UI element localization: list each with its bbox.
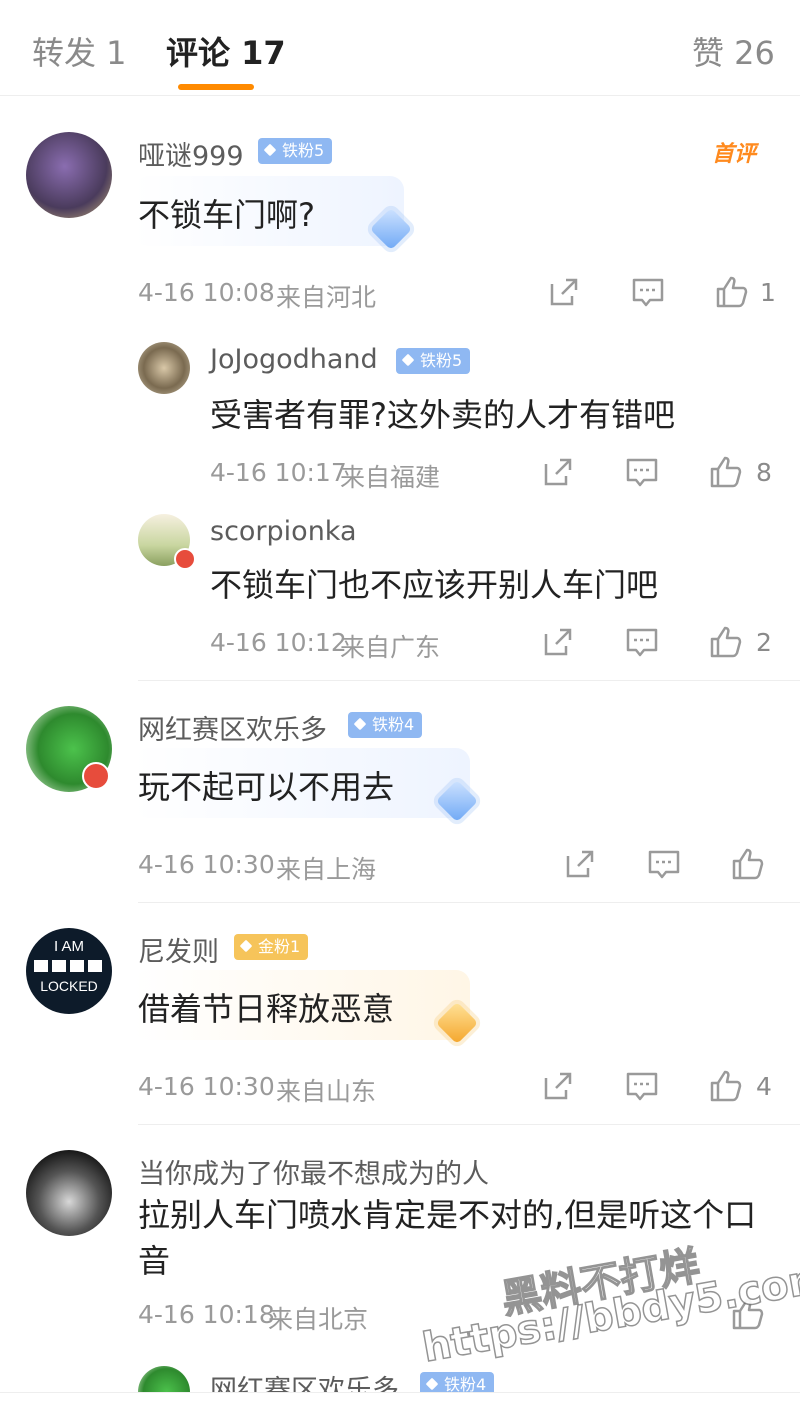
avatar[interactable] — [138, 342, 190, 394]
tab-bar: 转发 1 评论 17 赞 26 — [0, 0, 800, 96]
fan-badge: 金粉1 — [234, 934, 309, 960]
comment-text[interactable]: 受害者有罪?这外卖的人才有错吧 — [210, 390, 675, 436]
comment-time: 4-16 10:30 — [138, 850, 275, 879]
bottom-edge — [0, 1392, 800, 1419]
share-icon[interactable] — [540, 624, 576, 660]
comment-location: 来自河北 — [276, 283, 377, 312]
tab-comments[interactable]: 评论 17 — [166, 28, 286, 74]
share-icon[interactable] — [540, 454, 576, 490]
comment-icon[interactable] — [630, 274, 666, 310]
username[interactable]: 尼发则 — [138, 930, 219, 969]
username[interactable]: 哑谜999 — [138, 134, 244, 173]
comment-time: 4-16 10:30 — [138, 1072, 275, 1101]
verified-badge-icon — [82, 762, 110, 790]
avatar[interactable] — [26, 132, 112, 218]
fan-badge: 铁粉4 — [348, 712, 423, 738]
comment-time: 4-16 10:18 — [138, 1300, 275, 1329]
comment-location: 来自上海 — [276, 855, 377, 884]
comment-icon[interactable] — [624, 624, 660, 660]
divider — [138, 902, 800, 903]
username[interactable]: 当你成为了你最不想成为的人 — [138, 1152, 489, 1191]
share-icon[interactable] — [562, 846, 598, 882]
like-count: 1 — [760, 278, 776, 307]
comment-time: 4-16 10:08 — [138, 278, 275, 307]
comment-location: 来自广东 — [340, 633, 441, 662]
comment-location: 来自北京 — [268, 1305, 369, 1334]
tab-likes[interactable]: 赞 26 — [692, 28, 775, 74]
comment-text[interactable]: 借着节日释放恶意 — [138, 984, 394, 1030]
like-count: 4 — [756, 1072, 772, 1101]
comment-location: 来自福建 — [340, 463, 441, 492]
avatar-stripes — [34, 960, 104, 972]
active-tab-indicator — [178, 84, 254, 90]
like-icon[interactable] — [714, 274, 750, 310]
divider — [138, 680, 800, 681]
avatar-text: LOCKED — [40, 978, 98, 994]
comment-text[interactable]: 不锁车门啊? — [138, 190, 315, 236]
like-count: 8 — [756, 458, 772, 487]
username[interactable]: JoJogodhand — [210, 344, 378, 375]
fan-badge: 铁粉5 — [258, 138, 333, 164]
comment-icon[interactable] — [624, 454, 660, 490]
comment-text[interactable]: 不锁车门也不应该开别人车门吧 — [210, 560, 658, 606]
divider — [138, 1124, 800, 1125]
share-icon[interactable] — [546, 274, 582, 310]
first-comment-tag: 首评 — [712, 142, 757, 167]
like-icon[interactable] — [730, 846, 766, 882]
avatar-text: I AM — [53, 938, 84, 955]
comment-icon[interactable] — [646, 846, 682, 882]
avatar[interactable] — [26, 1150, 112, 1236]
username[interactable]: 网红赛区欢乐多 — [138, 708, 327, 747]
like-count: 2 — [756, 628, 772, 657]
comment-time: 4-16 10:12 — [210, 628, 347, 657]
comment-text[interactable]: 玩不起可以不用去 — [138, 762, 394, 808]
tab-repost[interactable]: 转发 1 — [32, 28, 127, 74]
comment-location: 来自山东 — [276, 1077, 377, 1106]
like-icon[interactable] — [708, 454, 744, 490]
comment-time: 4-16 10:17 — [210, 458, 347, 487]
username[interactable]: scorpionka — [210, 516, 357, 547]
verified-badge-icon — [174, 548, 196, 570]
share-icon[interactable] — [540, 1068, 576, 1104]
fan-badge: 铁粉5 — [396, 348, 471, 374]
avatar[interactable]: I AM LOCKED — [26, 928, 112, 1014]
like-icon[interactable] — [708, 1068, 744, 1104]
comment-icon[interactable] — [624, 1068, 660, 1104]
like-icon[interactable] — [708, 624, 744, 660]
